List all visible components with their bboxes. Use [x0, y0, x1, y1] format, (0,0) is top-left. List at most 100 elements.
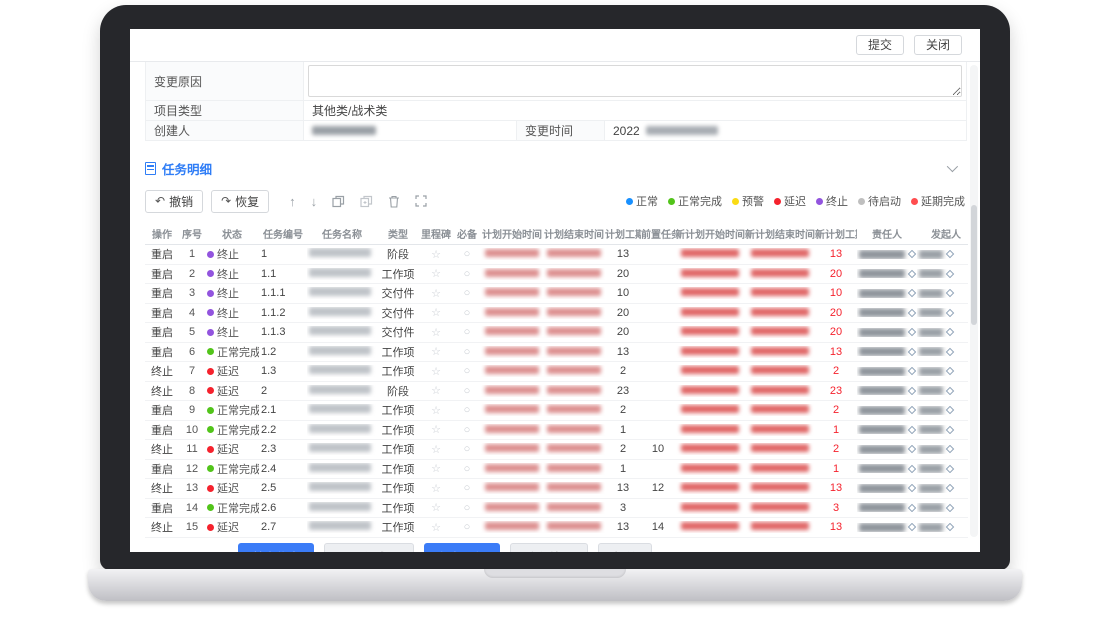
- planned-start-redacted: [485, 444, 539, 452]
- new-planned-start-cell: [675, 268, 745, 280]
- required-circle-icon[interactable]: ○: [464, 307, 471, 319]
- copy-icon[interactable]: [332, 195, 345, 208]
- owner-cell: [857, 523, 917, 532]
- planned-start-cell: [481, 502, 543, 514]
- row-action-link[interactable]: 终止: [151, 386, 173, 398]
- required-circle-icon[interactable]: ○: [464, 502, 471, 514]
- tab-5[interactable]: 相关: [598, 543, 652, 552]
- milestone-star-icon[interactable]: ☆: [431, 346, 441, 358]
- milestone-star-icon[interactable]: ☆: [431, 483, 441, 495]
- laptop-base: [88, 569, 1022, 601]
- milestone-star-icon[interactable]: ☆: [431, 366, 441, 378]
- required-circle-icon[interactable]: ○: [464, 248, 471, 260]
- tag-icon: [946, 250, 954, 258]
- row-action-link[interactable]: 重启: [151, 288, 173, 300]
- row-action-link[interactable]: 重启: [151, 347, 173, 359]
- required-circle-icon[interactable]: ○: [464, 463, 471, 475]
- milestone-star-icon[interactable]: ☆: [431, 268, 441, 280]
- legend-label: 预警: [742, 193, 764, 209]
- required-circle-icon[interactable]: ○: [464, 521, 471, 533]
- milestone-star-icon[interactable]: ☆: [431, 522, 441, 534]
- delete-icon[interactable]: [388, 195, 400, 208]
- milestone-star-icon[interactable]: ☆: [431, 385, 441, 397]
- planned-start-cell: [481, 248, 543, 260]
- planned-start-redacted: [485, 327, 539, 335]
- row-action-link[interactable]: 终止: [151, 444, 173, 456]
- redo-button[interactable]: ↷ 恢复: [211, 190, 269, 213]
- milestone-star-icon[interactable]: ☆: [431, 424, 441, 436]
- creator-value: [304, 121, 517, 140]
- task-type: 工作项: [377, 500, 419, 516]
- row-action-link[interactable]: 重启: [151, 464, 173, 476]
- owner-redacted: [859, 523, 905, 532]
- vertical-scrollbar[interactable]: [970, 65, 978, 537]
- milestone-star-icon[interactable]: ☆: [431, 444, 441, 456]
- row-action-link[interactable]: 重启: [151, 269, 173, 281]
- table-row: 重启 4 终止 1.1.2 交付件 ☆ ○ 20 20: [145, 304, 968, 324]
- change-reason-input[interactable]: [308, 65, 962, 97]
- initiator-redacted: [919, 367, 943, 376]
- chevron-down-icon[interactable]: [947, 161, 958, 172]
- row-action-link[interactable]: 终止: [151, 366, 173, 378]
- required-circle-icon[interactable]: ○: [464, 287, 471, 299]
- fullscreen-icon[interactable]: [415, 195, 427, 207]
- required-circle-icon[interactable]: ○: [464, 268, 471, 280]
- required-circle-icon[interactable]: ○: [464, 326, 471, 338]
- tab-3[interactable]: 任务明细: [424, 543, 500, 552]
- move-up-icon[interactable]: ↑: [289, 195, 296, 208]
- milestone-star-icon[interactable]: ☆: [431, 502, 441, 514]
- required-circle-icon[interactable]: ○: [464, 346, 471, 358]
- status-label: 延迟: [217, 383, 239, 399]
- new-planned-end-cell: [745, 502, 815, 514]
- required-circle-icon[interactable]: ○: [464, 424, 471, 436]
- row-action-link[interactable]: 重启: [151, 249, 173, 261]
- tab-1[interactable]: 基本信息: [238, 543, 314, 552]
- milestone-star-icon[interactable]: ☆: [431, 327, 441, 339]
- row-action-link[interactable]: 重启: [151, 308, 173, 320]
- move-down-icon[interactable]: ↓: [311, 195, 318, 208]
- planned-end-cell: [543, 326, 605, 338]
- new-planned-end-redacted: [751, 288, 809, 296]
- table-header: 操作序号状态任务编号任务名称类型里程碑必备计划开始时间计划结束时间计划工期前置任…: [145, 222, 968, 245]
- planned-end-cell: [543, 404, 605, 416]
- row-action-link[interactable]: 重启: [151, 327, 173, 339]
- duplicate-icon[interactable]: [360, 195, 373, 208]
- milestone-star-icon[interactable]: ☆: [431, 463, 441, 475]
- tab-2[interactable]: 项目组成员: [324, 543, 414, 552]
- legend-dot: [816, 198, 823, 205]
- tab-4[interactable]: 流程处理: [510, 543, 588, 552]
- status-label: 正常完成: [217, 461, 259, 477]
- task-name-redacted: [309, 268, 371, 277]
- owner-cell: [857, 308, 917, 317]
- milestone-star-icon[interactable]: ☆: [431, 307, 441, 319]
- row-index: 15: [179, 521, 205, 533]
- new-planned-start-redacted: [681, 386, 739, 394]
- row-action-link[interactable]: 终止: [151, 522, 173, 534]
- undo-button[interactable]: ↶ 撤销: [145, 190, 203, 213]
- row-action-link[interactable]: 重启: [151, 405, 173, 417]
- row-action-link[interactable]: 重启: [151, 503, 173, 515]
- legend-label: 延期完成: [921, 193, 965, 209]
- milestone-star-icon[interactable]: ☆: [431, 249, 441, 261]
- required-circle-icon[interactable]: ○: [464, 365, 471, 377]
- submit-button[interactable]: 提交: [856, 35, 904, 55]
- scrollbar-thumb[interactable]: [971, 205, 977, 325]
- status-cell: 正常完成: [205, 461, 259, 477]
- task-name-cell: [307, 307, 377, 319]
- required-circle-icon[interactable]: ○: [464, 443, 471, 455]
- row-action-link[interactable]: 重启: [151, 425, 173, 437]
- required-circle-icon[interactable]: ○: [464, 385, 471, 397]
- planned-end-cell: [543, 463, 605, 475]
- tag-icon: [908, 270, 916, 278]
- row-action-link[interactable]: 终止: [151, 483, 173, 495]
- required-circle-icon[interactable]: ○: [464, 404, 471, 416]
- milestone-star-icon[interactable]: ☆: [431, 405, 441, 417]
- close-button[interactable]: 关闭: [914, 35, 962, 55]
- new-planned-end-redacted: [751, 444, 809, 452]
- milestone-star-icon[interactable]: ☆: [431, 288, 441, 300]
- row-index: 13: [179, 482, 205, 494]
- required-circle-icon[interactable]: ○: [464, 482, 471, 494]
- new-planned-start-redacted: [681, 503, 739, 511]
- planned-duration: 2: [605, 404, 641, 416]
- predecessor-task: 14: [641, 521, 675, 533]
